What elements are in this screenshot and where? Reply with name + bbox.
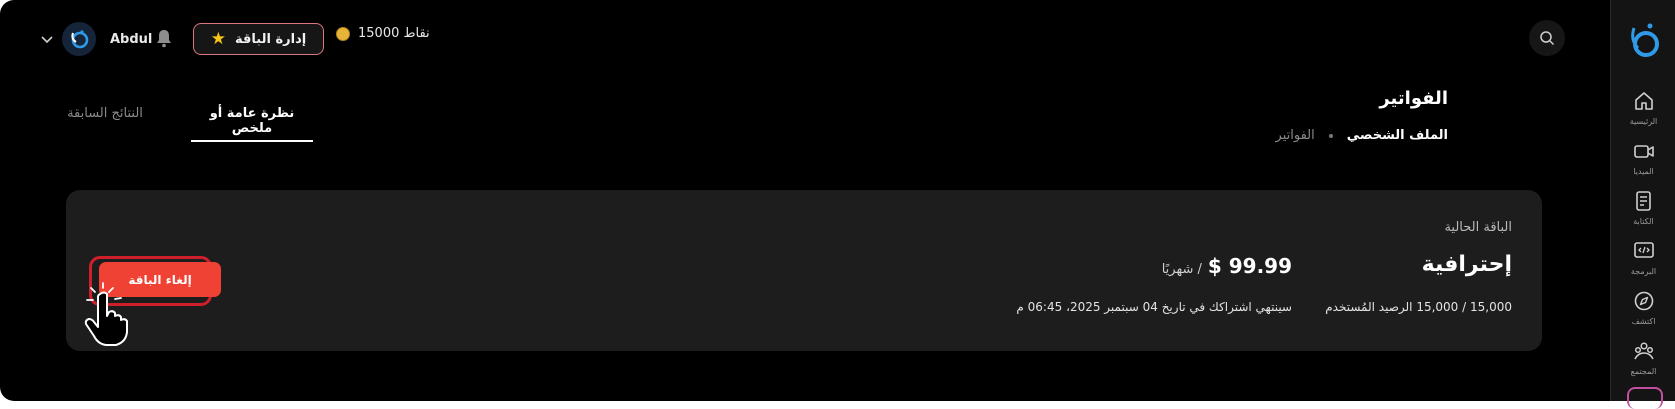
compass-icon (1634, 291, 1653, 311)
sidebar-item-community[interactable]: المجتمع (1611, 340, 1675, 376)
search-button[interactable] (1529, 20, 1565, 56)
sidebar: الرئيسية الميديا الكتابة البرمجة اكتشف ا… (1610, 0, 1675, 409)
breadcrumb-invoices: الفواتير (1275, 128, 1315, 143)
chevron-down-icon[interactable] (40, 32, 54, 46)
sidebar-extra-button[interactable] (1627, 387, 1663, 409)
home-icon (1634, 92, 1653, 110)
video-icon (1633, 145, 1654, 158)
sidebar-item-label: الميديا (1633, 167, 1654, 176)
avatar[interactable] (62, 22, 96, 56)
pointer-hand-icon (84, 282, 128, 346)
tab-previous-results[interactable]: النتائج السابقة (57, 106, 153, 121)
plan-price: $ 99.99 / شهريًا (1162, 254, 1292, 278)
bell-icon[interactable] (155, 28, 173, 48)
coin-icon (336, 26, 350, 41)
sidebar-item-media[interactable]: الميديا (1611, 140, 1675, 176)
breadcrumb-separator (1328, 133, 1333, 138)
sidebar-item-explore[interactable]: اكتشف (1611, 290, 1675, 326)
community-icon (1633, 342, 1654, 360)
credits-used: 15,000 / 15,000 الرصيد المُستخدم (1325, 300, 1512, 314)
sidebar-item-home[interactable]: الرئيسية (1611, 90, 1675, 126)
search-icon (1540, 31, 1555, 46)
subscription-expiry: سينتهي اشتراكك في تاريخ 04 سبتمبر 2025، … (1016, 300, 1292, 314)
current-plan-label: الباقة الحالية (1444, 220, 1512, 235)
code-icon (1633, 242, 1654, 258)
user-menu[interactable]: Abdul (40, 22, 152, 56)
current-plan-card: الباقة الحالية إحترافية $ 99.99 / شهريًا… (66, 190, 1542, 351)
breadcrumb: الملف الشخصي الفواتير (1276, 128, 1448, 143)
page-title: الفواتير (1379, 88, 1448, 109)
sidebar-item-label: اكتشف (1631, 317, 1656, 326)
sidebar-item-writing[interactable]: الكتابة (1611, 190, 1675, 226)
sidebar-item-label: الرئيسية (1629, 117, 1658, 126)
sidebar-item-label: الكتابة (1633, 217, 1654, 226)
document-icon (1635, 191, 1651, 211)
app-logo-icon[interactable] (1626, 18, 1660, 62)
breadcrumb-profile[interactable]: الملف الشخصي (1347, 128, 1448, 143)
price-period: / شهريًا (1161, 262, 1202, 277)
sidebar-item-label: المجتمع (1630, 367, 1657, 376)
star-icon: ★ (210, 28, 227, 49)
points-display: 15000 نقاط (336, 26, 430, 41)
points-label: 15000 نقاط (358, 26, 430, 41)
plan-name: إحترافية (1421, 252, 1512, 277)
page-frame: Abdul ★ إدارة الباقة 15000 نقاط الفواتير… (0, 0, 1675, 409)
price-amount: $ 99.99 (1207, 254, 1292, 278)
sidebar-item-label: البرمجة (1630, 267, 1657, 276)
manage-package-button[interactable]: ★ إدارة الباقة (193, 23, 324, 55)
sidebar-item-coding[interactable]: البرمجة (1611, 240, 1675, 276)
manage-package-label: إدارة الباقة (235, 31, 307, 47)
tab-overview[interactable]: نظرة عامة أو ملخص (191, 106, 313, 142)
logo-icon (71, 30, 89, 49)
main-area: Abdul ★ إدارة الباقة 15000 نقاط الفواتير… (0, 0, 1610, 401)
username: Abdul (110, 31, 153, 47)
